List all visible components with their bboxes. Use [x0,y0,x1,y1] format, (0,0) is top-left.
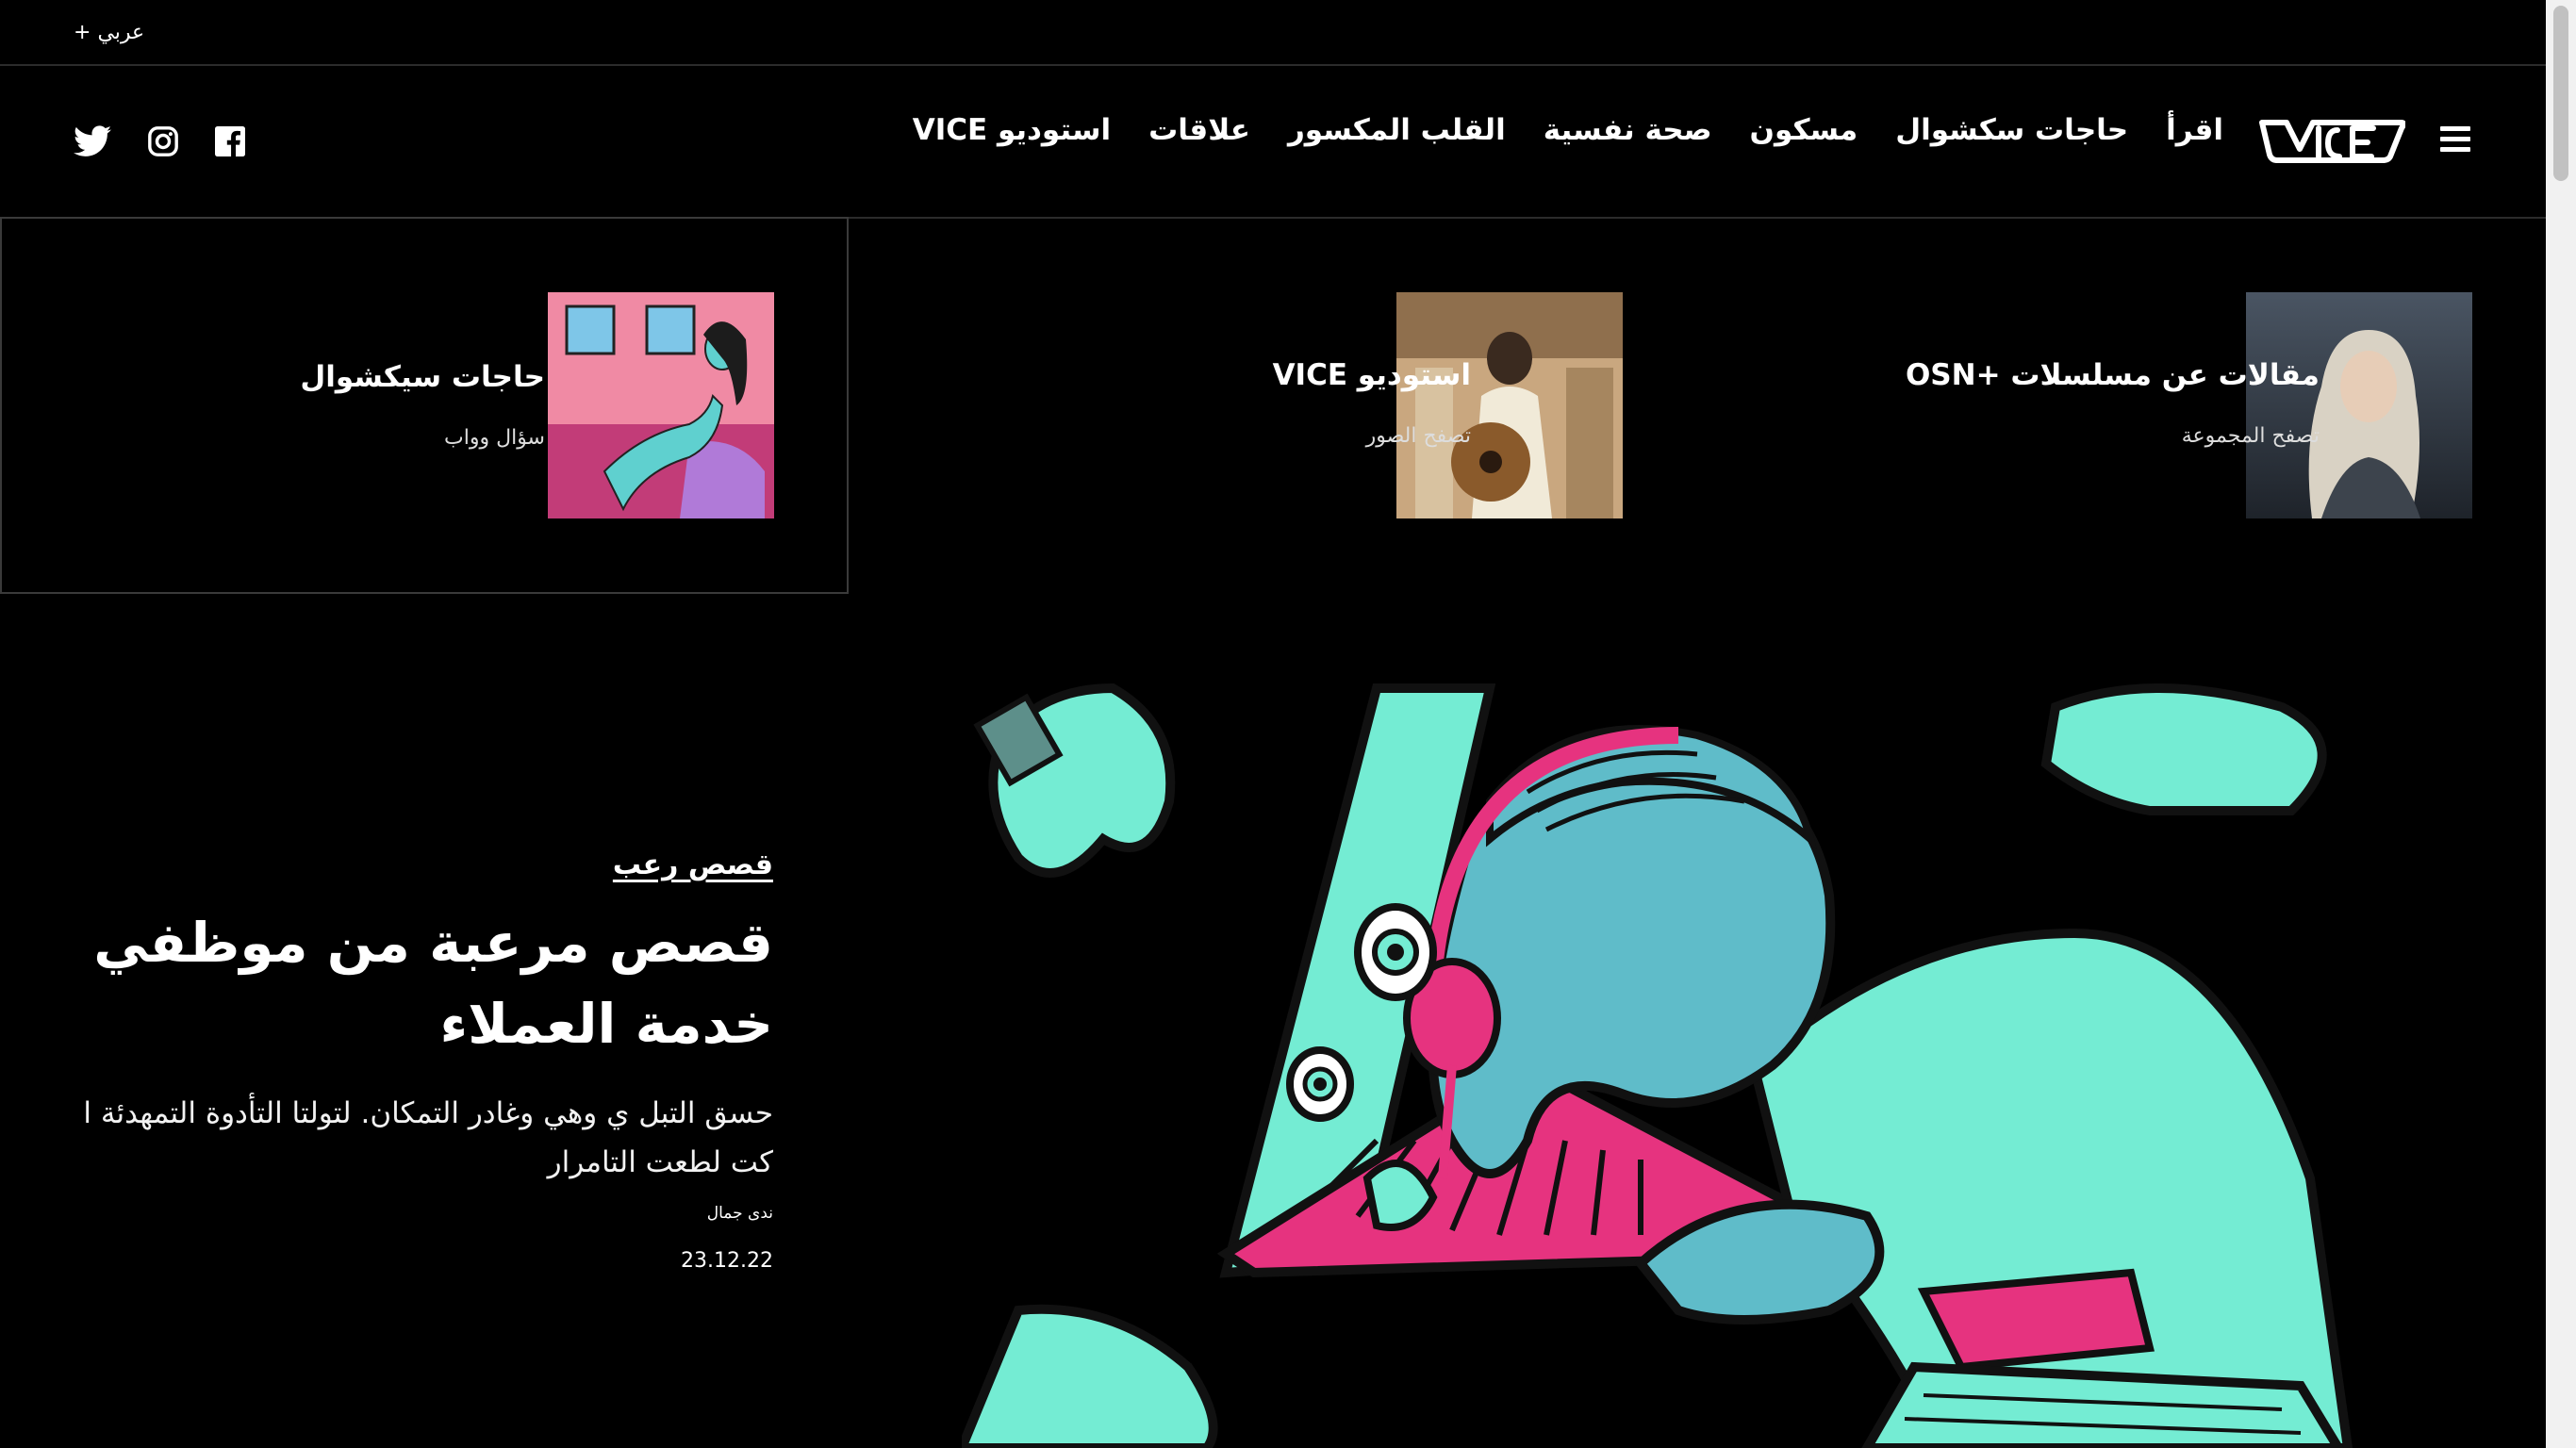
card-subtitle: سؤال وواب [444,426,545,450]
instagram-icon[interactable] [147,125,179,157]
article-date: 23.12.22 [681,1249,773,1273]
nav-item-vice-studio[interactable]: استوديو VICE [913,113,1111,147]
card-thumbnail [2246,292,2472,518]
card-thumbnail [548,292,774,518]
scrollbar-track[interactable] [2546,0,2576,1448]
social-links [74,125,245,157]
scrollbar-thumb[interactable] [2553,6,2568,181]
facebook-icon[interactable] [215,126,245,156]
featured-card-vice-studio[interactable]: استوديو VICE تصفح الصور [849,217,1697,594]
card-subtitle: تصفح المجموعة [2181,424,2320,448]
featured-strip: مقالات عن مسلسلات +OSN تصفح المجموعة است… [0,217,2546,596]
nav-item-read[interactable]: اقرأ [2166,113,2223,147]
nav-item-sexual[interactable]: حاجات سكشوال [1895,113,2128,147]
hamburger-icon[interactable] [2440,126,2470,153]
vice-logo[interactable] [2258,115,2405,164]
hero-article: قصص رعب قصص مرعبة من موظفي خدمة العملاء … [57,848,773,1273]
language-switcher[interactable]: + عربي [74,21,144,44]
article-author[interactable]: ندى جمال [57,1204,773,1223]
card-title[interactable]: حاجات سيكشوال [300,360,545,394]
nav-item-haunted[interactable]: مسكون [1750,113,1858,147]
locale-bar: + عربي [0,0,2546,66]
hero-illustration[interactable] [962,650,2508,1448]
card-title[interactable]: استوديو VICE [1273,358,1471,392]
card-subtitle: تصفح الصور [1365,424,1471,448]
card-title[interactable]: مقالات عن مسلسلات +OSN [1906,358,2320,392]
card-thumbnail [1396,292,1623,518]
twitter-icon[interactable] [74,125,111,157]
article-category[interactable]: قصص رعب [613,848,773,881]
nav-item-relationships[interactable]: علاقات [1148,113,1250,147]
main-nav: اقرأ حاجات سكشوال مسكون صحة نفسية القلب … [913,113,2223,147]
nav-item-broken-heart[interactable]: القلب المكسور [1288,113,1506,147]
featured-card-sexual[interactable]: حاجات سيكشوال سؤال وواب [0,217,849,594]
nav-item-mental-health[interactable]: صحة نفسية [1544,113,1712,147]
article-headline[interactable]: قصص مرعبة من موظفي خدمة العملاء [57,902,773,1064]
site-header: اقرأ حاجات سكشوال مسكون صحة نفسية القلب … [0,66,2546,219]
article-dek: حسق التبل ي وهي وغادر التمكان. لتولتا ال… [83,1096,773,1179]
featured-card-osn[interactable]: مقالات عن مسلسلات +OSN تصفح المجموعة [1697,217,2546,594]
